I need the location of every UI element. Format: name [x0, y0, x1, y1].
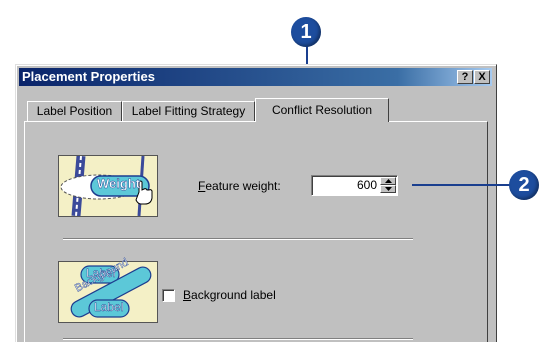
callout-2-leader [412, 184, 512, 186]
feature-weight-value[interactable]: 600 [357, 178, 377, 192]
background-label-illustration: Label Background Label [58, 256, 158, 323]
weight-image-text: Weight [97, 176, 141, 191]
background-label-checkbox[interactable] [162, 289, 175, 302]
window-title: Placement Properties [22, 69, 155, 84]
spinner-buttons [380, 177, 396, 194]
help-button[interactable]: ? [457, 70, 473, 84]
separator-2 [63, 338, 413, 340]
spin-up-icon [385, 179, 392, 183]
tab-label-position[interactable]: Label Position [27, 101, 122, 121]
callout-2-badge: 2 [509, 170, 539, 200]
separator-1 [63, 238, 413, 240]
tab-bar: Label Position Label Fitting Strategy Co… [16, 98, 496, 122]
tab-label-fitting-strategy[interactable]: Label Fitting Strategy [122, 101, 255, 121]
feature-weight-label: Feature weight: [198, 179, 281, 193]
close-button[interactable]: X [474, 70, 490, 84]
feature-weight-label-text: eature weight: [205, 179, 281, 193]
background-label-accesskey: B [183, 288, 192, 302]
background-label-rest: ackground label [191, 288, 276, 302]
callout-1-badge: 1 [291, 17, 321, 47]
title-bar[interactable]: Placement Properties ? X [19, 68, 492, 86]
feature-weight-illustration: Weight [58, 155, 158, 217]
spin-up-button[interactable] [380, 177, 396, 185]
background-label-text[interactable]: Background label [183, 288, 276, 302]
spin-down-button[interactable] [380, 185, 396, 193]
bg-image-label-bottom: Label [94, 300, 124, 314]
spin-down-icon [385, 187, 392, 191]
feature-weight-spinner[interactable]: 600 [311, 175, 398, 196]
tab-conflict-resolution[interactable]: Conflict Resolution [255, 98, 389, 122]
